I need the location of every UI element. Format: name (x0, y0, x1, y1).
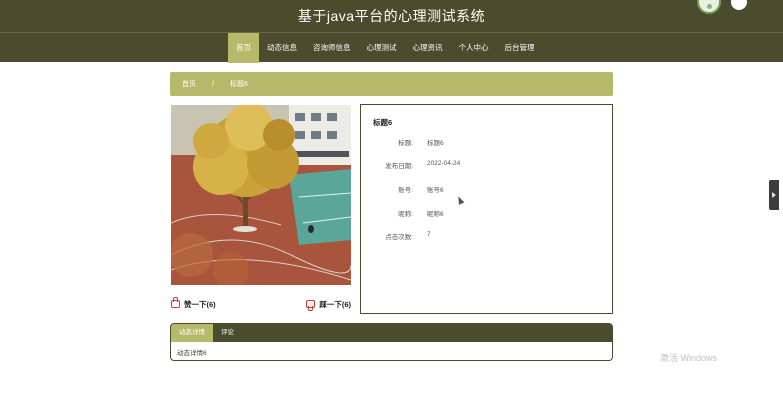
tabs-header: 动态详情 评论 (171, 324, 612, 342)
detail-card: 标题6 标题: 标题6 发布日期: 2022-04-24 账号: 账号6 昵称:… (360, 104, 613, 314)
breadcrumb-separator: / (212, 80, 214, 88)
tab[interactable]: 动态详情 (171, 324, 213, 342)
like-label: 赞一下(6) (184, 299, 216, 309)
dislike-label: 踩一下(6) (319, 299, 351, 309)
vote-row: 赞一下(6) 踩一下(6) (171, 294, 351, 314)
autumn-tree-photo (171, 105, 351, 285)
breadcrumb: 首页 / 标题6 (170, 72, 613, 96)
tab-content: 动态详情6 (177, 350, 207, 357)
tab[interactable]: 评论 (213, 324, 242, 342)
nav-item[interactable]: 首页 (228, 33, 259, 63)
detail-label: 发布日期: (385, 163, 413, 170)
detail-value: 账号6 (427, 187, 444, 194)
nav-item[interactable]: 动态信息 (259, 33, 305, 63)
nav-item[interactable]: 咨询师信息 (305, 33, 359, 63)
nav-item[interactable]: 心理测试 (359, 33, 405, 63)
breadcrumb-home[interactable]: 首页 (182, 79, 196, 89)
detail-value: 标题6 (427, 140, 444, 147)
detail-label: 点击次数: (385, 234, 413, 241)
breadcrumb-current: 标题6 (229, 81, 248, 88)
site-title: 基于java平台的心理测试系统 (297, 8, 486, 24)
detail-title: 标题6 (373, 118, 393, 127)
nav-item[interactable]: 心理资讯 (405, 33, 451, 63)
site-title-bar: 基于java平台的心理测试系统 (0, 0, 783, 32)
detail-value: 2022-04-24 (427, 160, 461, 167)
side-panel-toggle[interactable] (769, 180, 779, 210)
tabs-panel: 动态详情 评论 动态详情6 (170, 323, 613, 361)
nav-item[interactable]: 个人中心 (451, 33, 497, 63)
avatar-dot-icon (707, 4, 712, 9)
detail-value: 7 (427, 231, 431, 238)
windows-watermark: 激活 Windows (660, 353, 718, 363)
detail-label: 昵称: (398, 211, 413, 218)
dislike-button[interactable]: 踩一下(6) (306, 299, 351, 311)
thumbs-down-icon (306, 300, 316, 311)
post-image (171, 105, 351, 285)
thumbs-up-icon (171, 297, 180, 308)
detail-label: 账号: (398, 187, 413, 194)
nav-item[interactable]: 后台管理 (497, 33, 543, 63)
detail-value: 昵称6 (427, 211, 444, 218)
detail-label: 标题: (398, 140, 413, 147)
like-button[interactable]: 赞一下(6) (171, 297, 216, 310)
main-nav: 首页 动态信息 咨询师信息 心理测试 心理资讯 个人中心 后台管理 (0, 32, 783, 63)
nav-list: 首页 动态信息 咨询师信息 心理测试 心理资讯 个人中心 后台管理 (228, 33, 543, 63)
